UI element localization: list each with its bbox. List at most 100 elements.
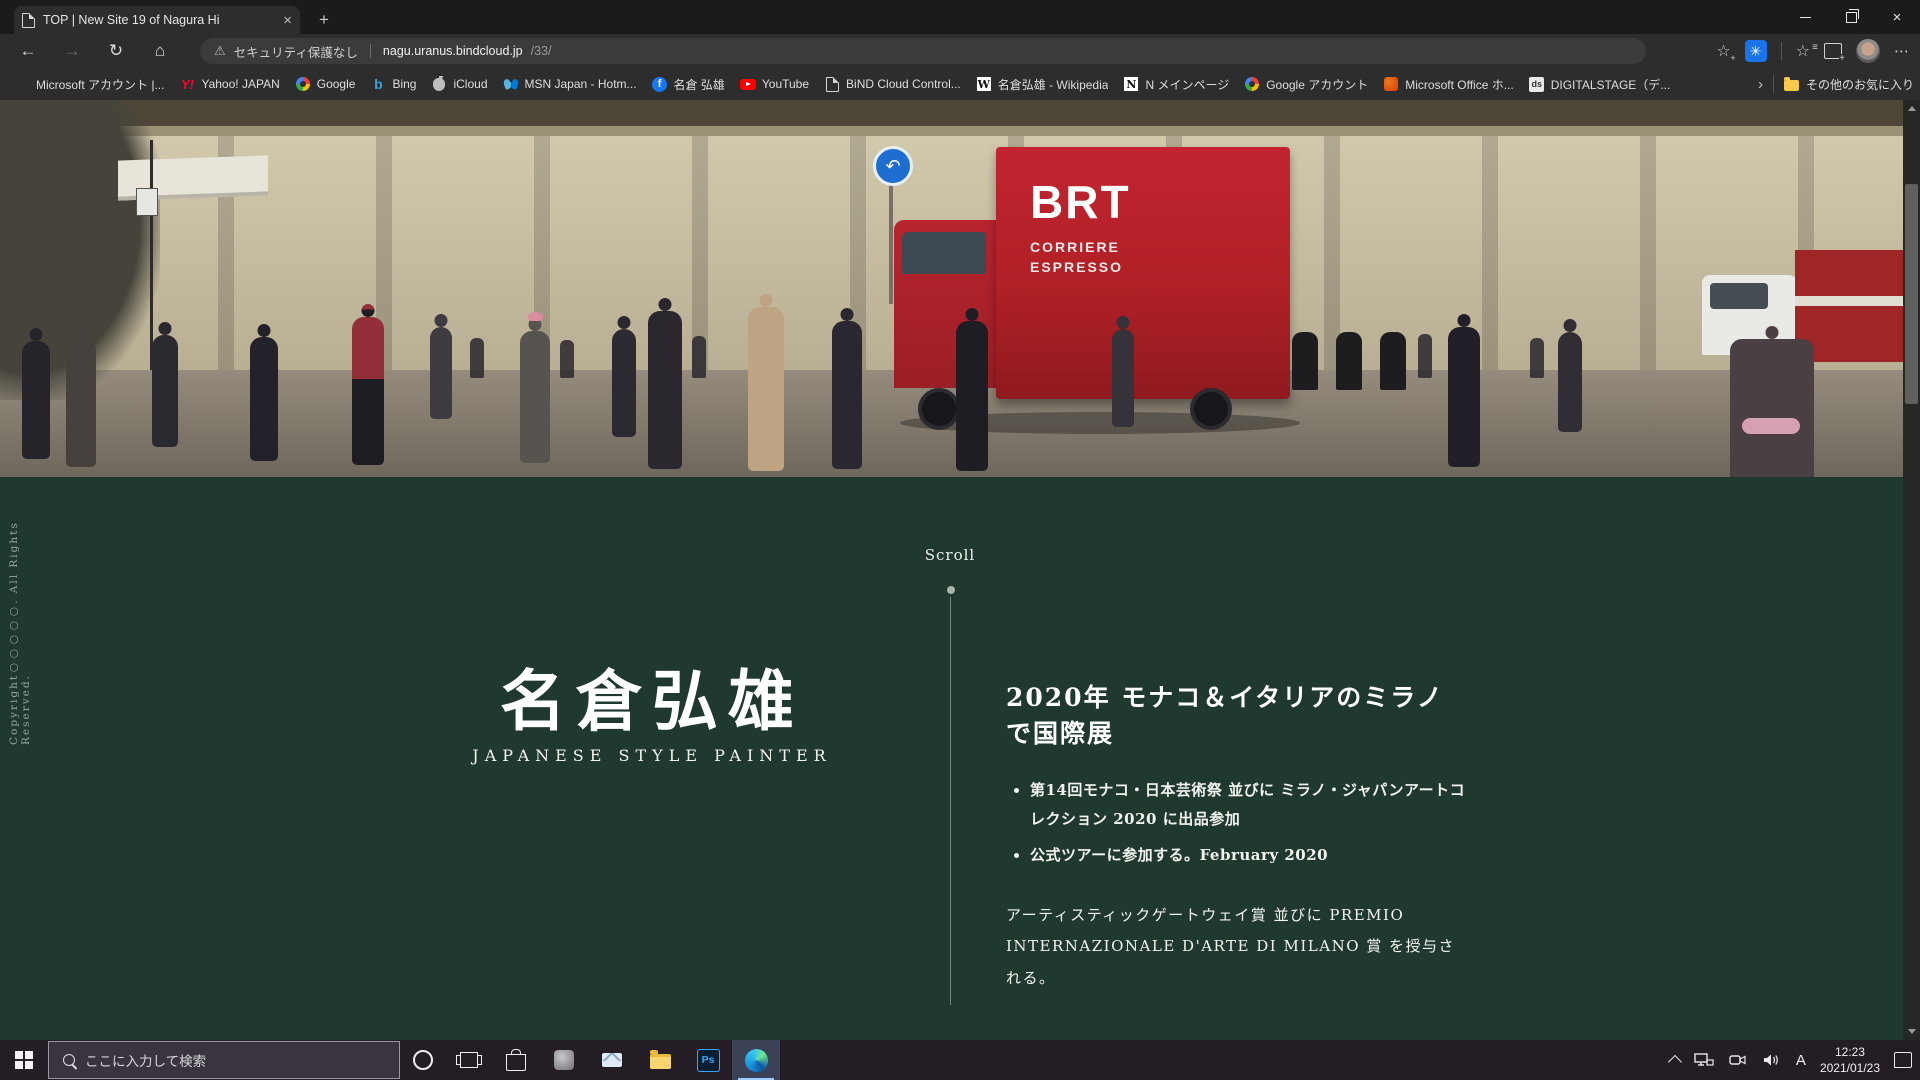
bookmarks-overflow-icon[interactable]: › [1758,76,1763,93]
taskbar-app-store[interactable] [492,1040,540,1080]
refresh-button[interactable]: ↻ [102,37,130,65]
article-heading: 2020年 モナコ＆イタリアのミラノで国際展 [1006,678,1466,750]
bookmark-digitalstage[interactable]: dsDIGITALSTAGE（デ... [1529,76,1671,93]
start-button[interactable] [0,1040,48,1080]
google-icon [296,77,310,91]
vertical-copyright: Copyright○○○○○. All Rights Reserved. [8,485,32,745]
tab-title: TOP | New Site 19 of Nagura Hi [43,13,275,27]
youtube-icon [740,79,756,90]
pink-scarf [1742,418,1800,434]
bookmark-label: iCloud [453,77,487,91]
bollard [1380,332,1406,390]
bookmark-label: BiND Cloud Control... [846,77,961,91]
forward-button[interactable]: → [58,37,86,65]
bookmark-label: Microsoft Office ホ... [1405,76,1513,93]
bookmark-label: Google アカウント [1266,76,1368,93]
network-icon[interactable] [1694,1052,1714,1068]
article-bullet-list: 第14回モナコ・日本芸術祭 並びに ミラノ・ジャパンアートコレクション 2020… [1006,776,1466,870]
n-icon: N [1124,77,1138,91]
bookmark-microsoft-office[interactable]: Microsoft Office ホ... [1383,76,1513,93]
scrollbar-thumb[interactable] [1905,184,1918,404]
toolbar-right-group: ☆ ✳ ☆ ⋯ [1716,37,1910,65]
cortana-icon [413,1050,433,1070]
bookmark-yahoo-japan[interactable]: Y!Yahoo! JAPAN [179,76,279,92]
settings-menu-icon[interactable]: ⋯ [1894,42,1910,60]
taskbar-app-explorer[interactable] [636,1040,684,1080]
close-button[interactable]: × [1874,0,1920,34]
security-warning-icon: ⚠ [214,43,226,59]
url-host: nagu.uranus.bindcloud.jp [383,44,523,58]
yahoo-icon: Y! [179,76,195,92]
url-path: /33/ [531,44,552,58]
edge-icon [745,1049,768,1072]
site-logo-title: 名倉弘雄 [402,668,902,734]
windows-taskbar: ここに入力して検索 Ps A 12:23 2021/01/23 [0,1040,1920,1080]
volume-icon[interactable] [1762,1052,1782,1068]
collections-icon[interactable] [1824,43,1842,59]
search-placeholder: ここに入力して検索 [85,1050,206,1070]
person-figure [470,338,484,378]
taskbar-app-mail[interactable] [588,1040,636,1080]
bookmark-microsoft-account[interactable]: Microsoft アカウント |... [14,76,164,93]
person-figure-beret [520,331,550,463]
person-figure [832,321,862,469]
site-logo: 名倉弘雄 JAPANESE STYLE PAINTER [402,668,902,765]
bookmark-wikipedia-nagura[interactable]: W名倉弘雄 - Wikipedia [976,76,1109,93]
task-view-button[interactable] [446,1040,492,1080]
taskbar-search-input[interactable]: ここに入力して検索 [48,1041,400,1079]
digitalstage-icon: ds [1529,77,1544,92]
bookmark-youtube[interactable]: YouTube [740,76,809,92]
building-molding [0,126,1903,136]
person-figure [22,341,50,459]
bookmark-icloud[interactable]: iCloud [431,76,487,92]
bookmark-bing[interactable]: bBing [370,76,416,92]
person-figure-photographer [1448,327,1480,467]
bookmark-google-account[interactable]: Google アカウント [1244,76,1368,93]
profile-avatar[interactable] [1856,39,1880,63]
bookmark-n-mainpage[interactable]: NN メインページ [1123,76,1229,93]
browser-tab[interactable]: TOP | New Site 19 of Nagura Hi × [14,6,300,34]
meet-now-icon[interactable] [1728,1052,1748,1068]
truck-wheel [918,388,960,430]
page-icon [826,77,839,92]
taskbar-app-photoshop[interactable]: Ps [684,1040,732,1080]
home-button[interactable]: ⌂ [146,37,174,65]
scroll-indicator-label: Scroll [880,546,1020,564]
back-button[interactable]: ← [14,37,42,65]
action-center-icon[interactable] [1894,1052,1912,1068]
add-favorite-icon[interactable]: ☆ [1716,41,1730,61]
address-bar[interactable]: ⚠ セキュリティ保護なし nagu.uranus.bindcloud.jp/33… [200,38,1646,64]
photoshop-icon: Ps [697,1049,720,1072]
extension-icon[interactable]: ✳ [1745,40,1767,62]
van-windshield [1710,283,1768,309]
tab-close-icon[interactable]: × [283,13,292,28]
taskbar-app-edge[interactable] [732,1040,780,1080]
person-figure [1418,334,1432,378]
bookmark-label: YouTube [762,77,809,91]
other-favorites-button[interactable]: その他のお気に入り [1784,76,1914,93]
tray-expand-icon[interactable] [1668,1055,1682,1069]
taskbar-clock[interactable]: 12:23 2021/01/23 [1820,1044,1880,1076]
article-bullet: 公式ツアーに参加する。February 2020 [1030,841,1466,870]
minimize-button[interactable] [1782,0,1828,34]
person-figure [692,336,706,378]
taskbar-app-generic[interactable] [540,1040,588,1080]
scrollbar-down-icon[interactable] [1903,1023,1920,1040]
restore-icon [1846,12,1857,23]
page-scrollbar[interactable] [1903,100,1920,1040]
favorites-bar-icon[interactable]: ☆ [1796,41,1810,61]
scrollbar-up-icon[interactable] [1903,100,1920,117]
bookmark-bind-cloud[interactable]: BiND Cloud Control... [824,76,961,92]
wikipedia-icon: W [977,77,991,91]
cortana-button[interactable] [400,1040,446,1080]
article-paragraph: アーティスティックゲートウェイ賞 並びに PREMIO INTERNAZIONA… [1006,900,1466,995]
ime-indicator[interactable]: A [1796,1052,1806,1069]
bookmark-google[interactable]: Google [295,76,356,92]
new-tab-button[interactable]: + [312,8,336,32]
truck-windshield [902,232,986,274]
bookmark-facebook-nagura[interactable]: f名倉 弘雄 [652,76,725,93]
restore-button[interactable] [1828,0,1874,34]
person-figure [560,340,574,378]
bookmarks-right-group: › その他のお気に入り [1750,68,1914,100]
bookmark-msn-japan[interactable]: MSN Japan - Hotm... [503,76,637,92]
